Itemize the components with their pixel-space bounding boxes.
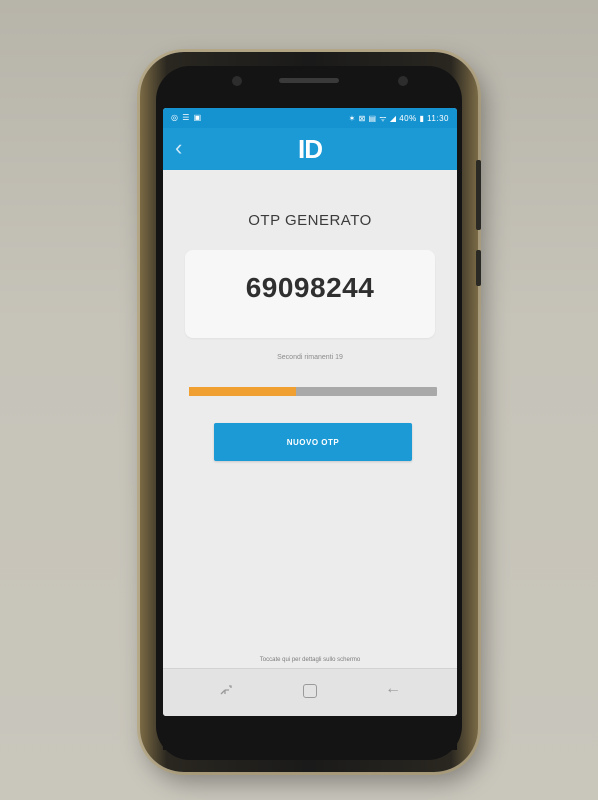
- volume-button: [476, 160, 481, 230]
- app-bar: ‹ ID: [163, 128, 457, 170]
- proximity-sensor: [398, 76, 408, 86]
- new-otp-button[interactable]: NUOVO OTP: [214, 423, 412, 461]
- otp-code-card: 69098244: [185, 250, 435, 338]
- app-logo: ID: [298, 134, 323, 164]
- otp-code: 69098244: [245, 272, 375, 303]
- power-button: [476, 250, 481, 286]
- countdown-progress-fill: [189, 387, 296, 396]
- otp-title: OTP GENERATO: [248, 212, 372, 229]
- earpiece-speaker: [279, 78, 339, 83]
- countdown-progress-bar: [189, 387, 437, 396]
- status-indicators: ✶ ⊠ ▤ ᯤ ◢ 40% ▮ 11:30: [348, 114, 449, 123]
- chevron-left-icon[interactable]: ‹: [175, 136, 195, 160]
- front-camera: [232, 76, 242, 86]
- home-icon[interactable]: [303, 684, 317, 698]
- countdown-text: Secondi rimanenti 19: [277, 354, 343, 361]
- screen-hint[interactable]: Toccate qui per dettagli sullo schermo: [163, 657, 457, 663]
- recent-apps-icon[interactable]: [219, 683, 233, 697]
- notification-icons: ◎ ☰ ▣: [171, 113, 203, 122]
- navigation-bar: ←: [163, 668, 457, 716]
- status-bar: ◎ ☰ ▣ ✶ ⊠ ▤ ᯤ ◢ 40% ▮ 11:30: [163, 108, 457, 128]
- phone-bottom-bezel: [163, 718, 457, 750]
- back-arrow-icon[interactable]: ←: [385, 681, 401, 697]
- phone-screen: ◎ ☰ ▣ ✶ ⊠ ▤ ᯤ ◢ 40% ▮ 11:30 ‹ ID OTP GEN…: [163, 108, 457, 716]
